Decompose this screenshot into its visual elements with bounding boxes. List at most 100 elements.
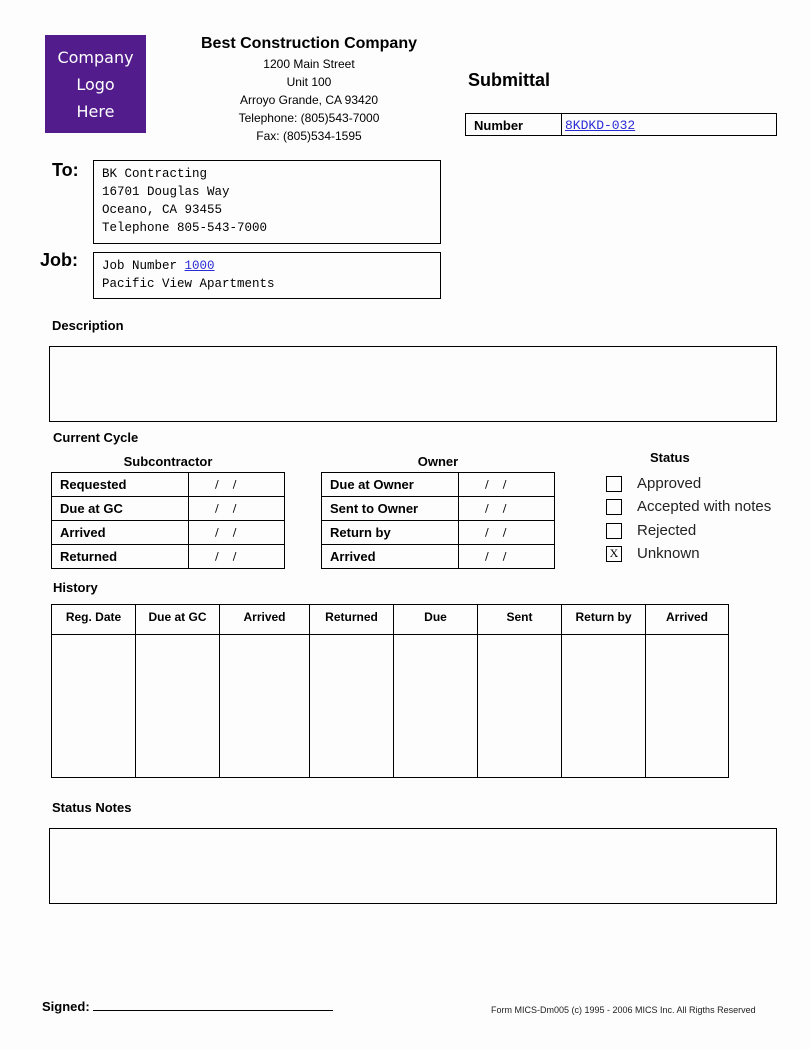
job-name: Pacific View Apartments xyxy=(102,277,275,291)
table-row: Due at Owner / / xyxy=(321,472,555,497)
job-info-box: Job Number 1000 Pacific View Apartments xyxy=(93,252,441,299)
history-table: Reg. Date Due at GC Arrived Returned Due… xyxy=(51,604,729,778)
recipient-telephone: Telephone 805-543-7000 xyxy=(102,221,268,235)
recipient-name: BK Contracting xyxy=(102,167,208,181)
date-label: Arrived xyxy=(321,544,459,569)
submittal-number-link[interactable]: 8KDKD-032 xyxy=(565,118,635,133)
job-label: Job: xyxy=(40,250,78,270)
recipient-street: 16701 Douglas Way xyxy=(102,185,230,199)
column-header: Arrived xyxy=(645,604,729,635)
status-title: Status xyxy=(650,450,690,465)
job-number-label: Job Number xyxy=(102,259,178,273)
company-telephone: Telephone: (805)543-7000 xyxy=(238,111,380,125)
table-row: Arrived / / xyxy=(51,520,285,545)
status-option-label: Rejected xyxy=(637,522,697,539)
status-notes-label: Status Notes xyxy=(52,800,132,815)
date-field[interactable]: / / xyxy=(458,496,555,521)
date-value: / / xyxy=(215,478,237,491)
recipient-city: Oceano, CA 93455 xyxy=(102,203,223,217)
owner-dates-table: Due at Owner / / Sent to Owner / / Return … xyxy=(321,472,555,569)
column-header: Arrived xyxy=(219,604,310,635)
history-cell[interactable] xyxy=(51,634,136,778)
table-row: Return by / / xyxy=(321,520,555,545)
column-header: Due at GC xyxy=(135,604,220,635)
status-option-approved[interactable]: Approved xyxy=(606,475,701,492)
date-value: / / xyxy=(215,526,237,539)
signature-line[interactable] xyxy=(93,1010,333,1011)
table-row: Sent to Owner / / xyxy=(321,496,555,521)
submittal-number-field: Number 8KDKD-032 xyxy=(465,113,777,136)
job-number-link[interactable]: 1000 xyxy=(185,259,215,273)
history-cell[interactable] xyxy=(219,634,310,778)
logo-line: Logo xyxy=(76,74,115,94)
company-address-line: Arroyo Grande, CA 93420 xyxy=(239,93,379,107)
table-row: Returned / / xyxy=(51,544,285,569)
column-header: Due xyxy=(393,604,478,635)
date-label: Requested xyxy=(51,472,189,497)
history-cell[interactable] xyxy=(645,634,729,778)
recipient-address-box: BK Contracting 16701 Douglas Way Oceano,… xyxy=(93,160,441,244)
current-cycle-label: Current Cycle xyxy=(53,430,139,445)
date-label: Return by xyxy=(321,520,459,545)
checkbox[interactable] xyxy=(606,522,622,539)
history-cell[interactable] xyxy=(135,634,220,778)
date-field[interactable]: / / xyxy=(458,544,555,569)
company-name: Best Construction Company xyxy=(200,35,417,52)
date-value: / / xyxy=(215,550,237,563)
subcontractor-title: Subcontractor xyxy=(123,454,213,469)
date-field[interactable]: / / xyxy=(188,544,285,569)
company-fax: Fax: (805)534-1595 xyxy=(256,129,362,143)
date-value: / / xyxy=(485,478,507,491)
date-field[interactable]: / / xyxy=(458,472,555,497)
checkbox[interactable] xyxy=(606,475,622,492)
history-label: History xyxy=(53,580,98,595)
date-field[interactable]: / / xyxy=(188,496,285,521)
company-address-line: 1200 Main Street xyxy=(263,57,355,71)
date-value: / / xyxy=(485,502,507,515)
history-row xyxy=(51,634,729,778)
history-cell[interactable] xyxy=(561,634,646,778)
status-option-rejected[interactable]: Rejected xyxy=(606,522,696,539)
description-label: Description xyxy=(52,318,124,333)
history-cell[interactable] xyxy=(393,634,478,778)
date-value: / / xyxy=(485,550,507,563)
status-option-accepted-with-notes[interactable]: Accepted with notes xyxy=(606,498,771,515)
company-logo: Company Logo Here xyxy=(45,35,146,133)
company-address-line: Unit 100 xyxy=(286,75,332,89)
checkbox-checked[interactable]: X xyxy=(606,545,622,562)
logo-line: Here xyxy=(76,101,115,121)
logo-line: Company xyxy=(57,47,134,67)
column-header: Return by xyxy=(561,604,646,635)
checkbox[interactable] xyxy=(606,498,622,515)
table-row: Arrived / / xyxy=(321,544,555,569)
description-field[interactable] xyxy=(49,346,777,422)
date-field[interactable]: / / xyxy=(458,520,555,545)
history-cell[interactable] xyxy=(309,634,394,778)
date-field[interactable]: / / xyxy=(188,472,285,497)
table-row: Due at GC / / xyxy=(51,496,285,521)
date-label: Returned xyxy=(51,544,189,569)
date-label: Due at GC xyxy=(51,496,189,521)
status-option-unknown[interactable]: X Unknown xyxy=(606,545,700,562)
status-option-label: Approved xyxy=(637,475,702,492)
subcontractor-dates-table: Requested / / Due at GC / / Arrived / / Ret… xyxy=(51,472,285,569)
date-label: Arrived xyxy=(51,520,189,545)
column-header: Reg. Date xyxy=(51,604,136,635)
date-field[interactable]: / / xyxy=(188,520,285,545)
column-header: Returned xyxy=(309,604,394,635)
owner-title: Owner xyxy=(417,454,459,469)
to-label: To: xyxy=(52,160,79,180)
history-header-row: Reg. Date Due at GC Arrived Returned Due… xyxy=(51,604,729,635)
company-header: Best Construction Company 1200 Main Stre… xyxy=(190,34,428,145)
signed-label: Signed: xyxy=(42,999,90,1014)
status-notes-field[interactable] xyxy=(49,828,777,904)
status-option-label: Accepted with notes xyxy=(637,498,772,515)
copyright-footer: Form MICS-Dm005 (c) 1995 - 2006 MICS Inc… xyxy=(491,1005,756,1015)
history-cell[interactable] xyxy=(477,634,562,778)
date-label: Sent to Owner xyxy=(321,496,459,521)
date-value: / / xyxy=(485,526,507,539)
date-label: Due at Owner xyxy=(321,472,459,497)
column-header: Sent xyxy=(477,604,562,635)
table-row: Requested / / xyxy=(51,472,285,497)
date-value: / / xyxy=(215,502,237,515)
